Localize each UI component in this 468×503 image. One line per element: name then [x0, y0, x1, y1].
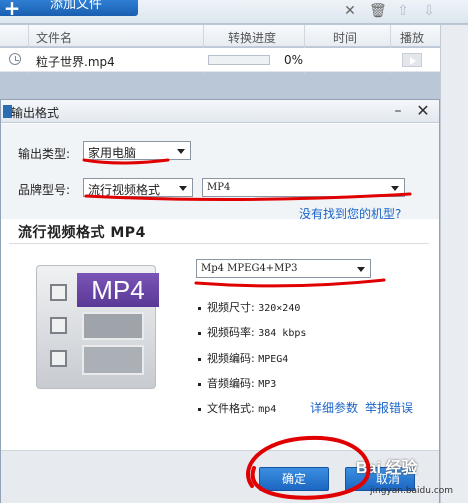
format-form: 输出类型: 家用电脑 品牌型号: 流行视频格式 MP4 没有找到您的机型? [1, 124, 439, 222]
film-frame [82, 345, 144, 375]
spec-label: 视频码率: [207, 326, 255, 339]
output-type-label: 输出类型: [18, 147, 71, 161]
brand-select[interactable]: 流行视频格式 [83, 178, 193, 197]
scrollbar[interactable] [440, 25, 468, 503]
bullet-icon [198, 357, 201, 361]
clock-icon [9, 53, 21, 65]
spec-row: 视频尺寸: 320×240 [198, 299, 300, 315]
minimize-icon[interactable]: – [387, 100, 409, 122]
spec-label: 视频编码: [207, 352, 255, 365]
spec-row: 视频码率: 384 kbps [198, 324, 306, 340]
spec-row: 音频编码: MP3 [198, 375, 276, 391]
plus-icon: + [3, 0, 21, 20]
spec-value: 384 kbps [258, 328, 307, 339]
close-icon[interactable]: ✕ [412, 100, 434, 122]
detail-params-link[interactable]: 详细参数 [310, 399, 358, 416]
brand-label: 品牌型号: [18, 183, 71, 197]
dialog-title: 输出格式 [11, 106, 60, 120]
close-icon[interactable]: ✕ [343, 4, 357, 18]
trash-icon[interactable]: 🗑 [369, 4, 387, 18]
bullet-icon [198, 382, 201, 386]
section-title: 流行视频格式 MP4 [18, 225, 146, 241]
missing-model-link[interactable]: 没有找到您的机型? [299, 205, 401, 222]
codec-value: Mp4 MPEG4+MP3 [201, 263, 298, 274]
table-row[interactable]: 粒子世界.mp4 0% [0, 48, 440, 72]
spec-row: 视频编码: MPEG4 [198, 350, 288, 366]
watermark-url: jingyan.baidu.com [370, 486, 454, 496]
model-select[interactable]: MP4 [202, 178, 405, 197]
brand-value: 流行视频格式 [88, 183, 161, 197]
main-toolbar: + 添加文件 ✕ 🗑 ⇧ ⇩ [0, 0, 468, 24]
spec-label: 音频编码: [207, 377, 255, 390]
film-hole-icon [50, 284, 67, 301]
watermark: Bai 经验 [356, 460, 418, 477]
mp4-format-icon: MP4 [36, 265, 159, 389]
add-file-label: 添加文件 [50, 0, 103, 12]
model-value: MP4 [207, 182, 231, 193]
arrow-up-icon[interactable]: ⇧ [396, 4, 410, 18]
column-header-progress[interactable]: 转换进度 [228, 29, 276, 46]
ok-button[interactable]: 确定 [259, 467, 329, 491]
column-header-filename[interactable]: 文件名 [36, 29, 72, 46]
film-hole-icon [50, 317, 67, 334]
divider [9, 243, 429, 244]
progress-bar [208, 55, 270, 65]
column-header-time[interactable]: 时间 [333, 29, 357, 46]
bullet-icon [198, 407, 201, 411]
spec-row: 文件格式: mp4 [198, 400, 276, 416]
column-header-play[interactable]: 播放 [400, 29, 424, 46]
spec-value: mp4 [258, 404, 277, 415]
file-list-header: 文件名 转换进度 时间 播放 [0, 25, 440, 47]
report-error-link[interactable]: 举报错误 [365, 399, 413, 416]
bullet-icon [198, 331, 201, 335]
spec-label: 文件格式: [207, 402, 255, 415]
codec-select[interactable]: Mp4 MPEG4+MP3 [196, 259, 371, 278]
bullet-icon [198, 306, 201, 310]
dialog-titlebar: 输出格式 – ✕ [1, 100, 439, 123]
output-format-dialog: 输出格式 – ✕ 输出类型: 家用电脑 品牌型号: 流行视频格式 MP4 没有找… [0, 99, 440, 503]
spec-value: 320×240 [258, 303, 301, 314]
file-name: 粒子世界.mp4 [36, 55, 115, 69]
arrow-down-icon[interactable]: ⇩ [422, 4, 436, 18]
mp4-badge: MP4 [77, 273, 159, 307]
output-type-value: 家用电脑 [88, 146, 137, 160]
spec-value: MPEG4 [258, 354, 289, 365]
add-file-button[interactable]: + 添加文件 [0, 0, 138, 20]
play-button[interactable] [402, 53, 422, 67]
spec-label: 视频尺寸: [207, 301, 255, 314]
progress-text: 0% [284, 53, 304, 67]
output-type-select[interactable]: 家用电脑 [83, 141, 191, 160]
film-hole-icon [50, 350, 67, 367]
spec-value: MP3 [258, 379, 277, 390]
film-frame [82, 312, 144, 340]
